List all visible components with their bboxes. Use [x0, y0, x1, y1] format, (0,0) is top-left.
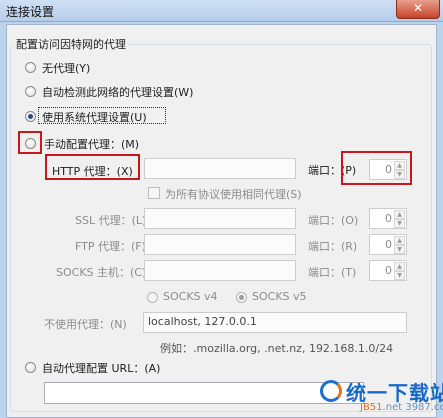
- label-auto-detect: 自动检测此网络的代理设置(W): [42, 86, 194, 99]
- socks-port-stepper[interactable]: 0 ▲ ▼: [369, 260, 407, 281]
- site-logo-icon: [320, 380, 342, 402]
- label-socks-v5: SOCKS v5: [252, 290, 307, 303]
- radio-socks-v5[interactable]: [236, 292, 247, 303]
- label-auto-config-url: 自动代理配置 URL：(A): [42, 362, 161, 375]
- ftp-port-value: 0: [385, 238, 392, 251]
- label-no-proxy: 无代理(Y): [42, 62, 91, 75]
- ssl-proxy-input[interactable]: [144, 208, 296, 229]
- label-same-proxy: 为所有协议使用相同代理(S): [165, 188, 302, 201]
- spin-down-icon[interactable]: ▼: [394, 271, 405, 280]
- radio-socks-v4[interactable]: [147, 292, 158, 303]
- radio-auto-detect[interactable]: [25, 86, 36, 97]
- radio-auto-config[interactable]: [25, 362, 36, 373]
- watermark-sub-b: .net: [382, 402, 403, 413]
- spin-down-icon[interactable]: ▼: [394, 245, 405, 254]
- label-ftp-proxy: FTP 代理：(F): [75, 240, 146, 253]
- radio-no-proxy[interactable]: [25, 62, 36, 73]
- close-button[interactable]: ✕: [396, 0, 440, 19]
- auto-config-url-input[interactable]: [44, 382, 364, 404]
- socks-port-value: 0: [385, 264, 392, 277]
- no-proxy-example: 例如：.mozilla.org, .net.nz, 192.168.1.0/24: [160, 342, 394, 355]
- spin-up-icon[interactable]: ▲: [394, 210, 405, 219]
- highlight-manual-radio: [18, 131, 42, 154]
- watermark-sub-a: JB51: [360, 402, 383, 413]
- http-proxy-input[interactable]: [144, 158, 296, 179]
- ssl-port-value: 0: [385, 212, 392, 225]
- watermark-sub-c: 3987.com: [405, 402, 443, 413]
- no-proxy-input[interactable]: localhost, 127.0.0.1: [143, 312, 407, 333]
- label-no-proxy-for: 不使用代理：(N): [44, 318, 127, 331]
- radio-system-proxy[interactable]: [25, 111, 36, 122]
- label-ftp-port: 端口：(R): [308, 240, 358, 253]
- ftp-port-stepper[interactable]: 0 ▲ ▼: [369, 234, 407, 255]
- spin-up-icon[interactable]: ▲: [394, 262, 405, 271]
- highlight-http-label: [45, 154, 140, 180]
- spin-up-icon[interactable]: ▲: [394, 236, 405, 245]
- ssl-port-stepper[interactable]: 0 ▲ ▼: [369, 208, 407, 229]
- label-ssl-port: 端口：(O): [308, 214, 359, 227]
- highlight-http-port: [341, 151, 412, 185]
- watermark-sub: JB51.net 3987.com: [360, 402, 443, 413]
- group-title: 配置访问因特网的代理: [14, 36, 128, 52]
- label-ssl-proxy: SSL 代理：(L): [75, 214, 147, 227]
- title-bar: 连接设置 ✕: [0, 0, 443, 22]
- label-manual-proxy: 手动配置代理：(M): [44, 138, 140, 151]
- label-system-proxy: 使用系统代理设置(U): [42, 111, 147, 124]
- spin-down-icon[interactable]: ▼: [394, 219, 405, 228]
- label-socks-v4: SOCKS v4: [163, 290, 218, 303]
- label-socks-port: 端口：(T): [308, 266, 357, 279]
- same-proxy-checkbox[interactable]: [148, 187, 160, 199]
- window-title: 连接设置: [6, 5, 55, 19]
- watermark: 统一下载站 JB51.net 3987.com: [320, 376, 443, 418]
- socks-host-input[interactable]: [144, 260, 296, 281]
- label-socks-host: SOCKS 主机：(C): [56, 266, 147, 279]
- ftp-proxy-input[interactable]: [144, 234, 296, 255]
